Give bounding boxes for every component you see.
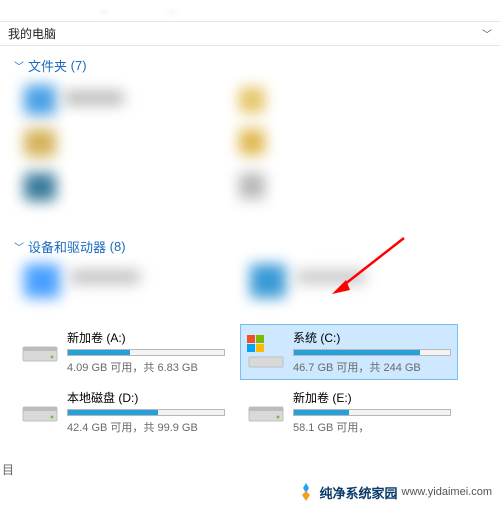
device-item[interactable]	[24, 264, 60, 298]
usage-bar	[67, 409, 225, 416]
drive-hdd-icon	[19, 391, 61, 433]
section-count: (8)	[110, 239, 126, 254]
drive-item[interactable]: 本地磁盘 (D:) 42.4 GB 可用，共 99.9 GB	[14, 384, 232, 440]
location-bar[interactable]: 我的电脑 ﹀	[0, 22, 500, 46]
brand-logo-icon	[296, 482, 316, 502]
drive-os-icon	[245, 331, 287, 373]
content-area: ﹀ 文件夹 (7) ﹀ 设备和驱动器 (8) 新加卷 (A:) 4.09 GB 可…	[0, 46, 500, 478]
device-item[interactable]	[296, 270, 366, 284]
menu-item[interactable]: ··	[168, 4, 176, 18]
device-item[interactable]	[70, 270, 140, 284]
folder-item[interactable]	[24, 85, 56, 115]
drive-item[interactable]: 新加卷 (A:) 4.09 GB 可用，共 6.83 GB	[14, 324, 232, 380]
section-devices-header[interactable]: ﹀ 设备和驱动器 (8)	[14, 237, 486, 256]
folder-item[interactable]	[239, 87, 265, 113]
drive-info: 系统 (C:) 46.7 GB 可用，共 244 GB	[293, 329, 451, 375]
folder-item[interactable]	[24, 129, 56, 157]
drive-info: 新加卷 (E:) 58.1 GB 可用，	[293, 389, 451, 435]
chevron-down-icon[interactable]: ﹀	[482, 26, 492, 41]
watermark-bar: 纯净系统家园 www.yidaimei.com	[0, 478, 500, 506]
status-left: 目	[2, 461, 14, 478]
drive-free-text: 46.7 GB 可用，共 244 GB	[293, 359, 451, 375]
menu-item[interactable]: ··	[100, 4, 108, 18]
drive-item[interactable]: 新加卷 (E:) 58.1 GB 可用，	[240, 384, 458, 440]
drive-name: 系统 (C:)	[293, 329, 451, 346]
drive-name: 新加卷 (A:)	[67, 329, 225, 346]
drive-hdd-icon	[19, 331, 61, 373]
devices-blurred-row	[14, 260, 486, 318]
brand-url: www.yidaimei.com	[402, 486, 492, 498]
brand-name: 纯净系统家园	[320, 483, 398, 502]
folders-grid	[14, 79, 486, 229]
drive-name: 新加卷 (E:)	[293, 389, 451, 406]
folder-item[interactable]	[239, 129, 265, 155]
usage-bar	[293, 409, 451, 416]
section-count: (7)	[71, 58, 87, 73]
drive-free-text: 58.1 GB 可用，	[293, 419, 451, 435]
folder-item[interactable]	[239, 173, 265, 199]
menu-bar: ·· ··	[0, 0, 500, 22]
device-item[interactable]	[250, 264, 286, 298]
drive-hdd-icon	[245, 391, 287, 433]
usage-bar	[293, 349, 451, 356]
drive-item[interactable]: 系统 (C:) 46.7 GB 可用，共 244 GB	[240, 324, 458, 380]
section-label: 文件夹	[28, 56, 67, 75]
drive-name: 本地磁盘 (D:)	[67, 389, 225, 406]
drive-info: 本地磁盘 (D:) 42.4 GB 可用，共 99.9 GB	[67, 389, 225, 435]
folder-item[interactable]	[24, 173, 56, 201]
section-folders-header[interactable]: ﹀ 文件夹 (7)	[14, 56, 486, 75]
usage-bar	[67, 349, 225, 356]
folder-item[interactable]	[64, 91, 124, 105]
collapse-icon: ﹀	[14, 58, 24, 73]
section-label: 设备和驱动器	[28, 237, 106, 256]
drive-free-text: 4.09 GB 可用，共 6.83 GB	[67, 359, 225, 375]
location-title: 我的电脑	[8, 25, 56, 42]
collapse-icon: ﹀	[14, 239, 24, 254]
drive-free-text: 42.4 GB 可用，共 99.9 GB	[67, 419, 225, 435]
drive-info: 新加卷 (A:) 4.09 GB 可用，共 6.83 GB	[67, 329, 225, 375]
